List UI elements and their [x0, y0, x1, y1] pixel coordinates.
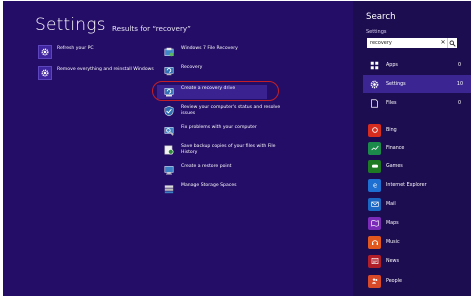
category-label: Finance: [386, 145, 405, 151]
file-history-icon: [162, 143, 176, 157]
result-label: Refresh your PC: [57, 46, 94, 51]
result-reinstall-windows[interactable]: Remove everything and reinstall Windows: [38, 66, 154, 82]
category-bing[interactable]: Bing: [365, 121, 469, 139]
category-label: Settings: [386, 81, 406, 87]
category-label: Bing: [386, 127, 397, 133]
finance-icon: [368, 141, 381, 155]
category-count: 0: [457, 62, 461, 68]
result-manage-storage-spaces[interactable]: Manage Storage Spaces: [162, 182, 237, 198]
maps-icon: [368, 216, 381, 230]
recovery-icon: [162, 64, 176, 78]
result-label: Manage Storage Spaces: [181, 183, 237, 188]
search-query-text[interactable]: recovery: [367, 40, 439, 46]
gear-icon: [38, 66, 52, 80]
search-results-area: Settings Results for “recovery” Refresh …: [3, 1, 353, 296]
category-label: Apps: [386, 62, 398, 68]
result-label: Remove everything and reinstall Windows: [57, 67, 154, 72]
music-icon: [368, 235, 381, 249]
gear-icon: [368, 78, 381, 91]
result-refresh-pc[interactable]: Refresh your PC: [38, 45, 94, 61]
category-finance[interactable]: Finance: [365, 139, 469, 157]
svg-text:e: e: [372, 181, 376, 189]
result-label: Fix problems with your computer: [181, 125, 257, 130]
search-pane-title: Search: [366, 12, 396, 22]
category-label: Maps: [386, 220, 399, 226]
category-news[interactable]: News: [365, 252, 469, 270]
result-create-recovery-drive[interactable]: Create a recovery drive: [162, 85, 235, 101]
action-center-icon: [162, 104, 176, 118]
result-label: Review your computer's status and resolv…: [181, 105, 281, 116]
result-label: Create a recovery drive: [181, 86, 236, 91]
result-label: Recovery: [181, 65, 203, 70]
system-icon: [162, 163, 176, 177]
result-file-history[interactable]: Save backup copies of your files with Fi…: [162, 143, 275, 159]
gear-icon: [38, 45, 52, 59]
result-recovery[interactable]: Recovery: [162, 64, 202, 80]
result-label: Save backup copies of your files with Fi…: [181, 144, 276, 155]
category-games[interactable]: Games: [365, 157, 469, 175]
category-apps[interactable]: Apps 0: [365, 56, 469, 74]
troubleshoot-icon: [162, 124, 176, 138]
category-settings[interactable]: Settings 10: [363, 75, 471, 93]
page-title: Settings: [35, 15, 106, 35]
apps-icon: [368, 59, 381, 72]
category-music[interactable]: Music: [365, 233, 469, 251]
category-label: People: [386, 278, 402, 284]
category-people[interactable]: People: [365, 272, 469, 290]
category-maps[interactable]: Maps: [365, 214, 469, 232]
result-create-restore-point[interactable]: Create a restore point: [162, 163, 231, 179]
category-files[interactable]: Files 0: [365, 94, 469, 112]
result-windows7-file-recovery[interactable]: Windows 7 File Recovery: [162, 45, 238, 61]
category-label: Music: [386, 239, 400, 245]
result-label: Windows 7 File Recovery: [181, 46, 238, 51]
category-count: 10: [456, 81, 463, 87]
category-label: Mail: [386, 201, 396, 207]
games-icon: [368, 159, 381, 173]
category-label: Games: [386, 163, 403, 169]
search-input[interactable]: recovery ✕: [367, 38, 457, 48]
category-count: 0: [457, 100, 461, 106]
mail-icon: [368, 197, 381, 211]
storage-spaces-icon: [162, 182, 176, 196]
category-internet-explorer[interactable]: e Internet Explorer: [365, 176, 469, 194]
files-icon: [368, 97, 381, 110]
people-icon: [368, 274, 381, 288]
category-mail[interactable]: Mail: [365, 195, 469, 213]
result-fix-problems[interactable]: Fix problems with your computer: [162, 124, 257, 140]
clear-icon[interactable]: ✕: [439, 39, 447, 47]
search-icon[interactable]: [447, 38, 457, 48]
results-for-label: Results for “recovery”: [112, 24, 191, 33]
bing-icon: [368, 123, 381, 137]
search-pane: Search Settings recovery ✕ Apps 0 Settin…: [353, 1, 471, 296]
category-label: News: [386, 258, 399, 264]
recovery-drive-icon: [162, 85, 176, 99]
category-label: Internet Explorer: [386, 182, 427, 188]
news-icon: [368, 254, 381, 268]
result-label: Create a restore point: [181, 164, 232, 169]
internet-explorer-icon: e: [368, 178, 381, 192]
search-scope-label: Settings: [366, 29, 387, 35]
file-recovery-icon: [162, 45, 176, 59]
result-review-status[interactable]: Review your computer's status and resolv…: [162, 104, 280, 120]
category-label: Files: [386, 100, 397, 106]
start-search-screen: Settings Results for “recovery” Refresh …: [3, 1, 471, 296]
